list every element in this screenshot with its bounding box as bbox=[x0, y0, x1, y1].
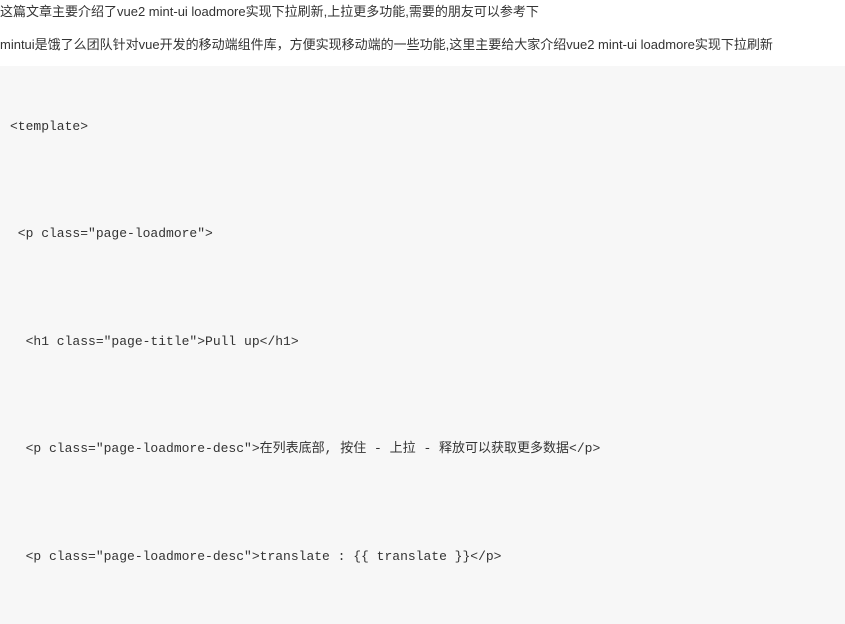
code-line: <h1 class="page-title">Pull up</h1> bbox=[10, 326, 835, 357]
code-line: <p class="page-loadmore"> bbox=[10, 218, 835, 249]
code-line: <p class="page-loadmore-desc">translate … bbox=[10, 541, 835, 572]
blank-line bbox=[10, 173, 835, 187]
blank-line bbox=[10, 281, 835, 295]
page-root: 这篇文章主要介绍了vue2 mint-ui loadmore实现下拉刷新,上拉更… bbox=[0, 0, 845, 624]
article-intro-1: 这篇文章主要介绍了vue2 mint-ui loadmore实现下拉刷新,上拉更… bbox=[0, 0, 845, 29]
article-intro-2: mintui是饿了么团队针对vue开发的移动端组件库，方便实现移动端的一些功能,… bbox=[0, 29, 845, 66]
code-line: <p class="page-loadmore-desc">在列表底部, 按住 … bbox=[10, 433, 835, 464]
code-block: <template> <p class="page-loadmore"> <h1… bbox=[0, 66, 845, 624]
blank-line bbox=[10, 388, 835, 402]
blank-line bbox=[10, 603, 835, 617]
code-line: <template> bbox=[10, 111, 835, 142]
blank-line bbox=[10, 496, 835, 510]
